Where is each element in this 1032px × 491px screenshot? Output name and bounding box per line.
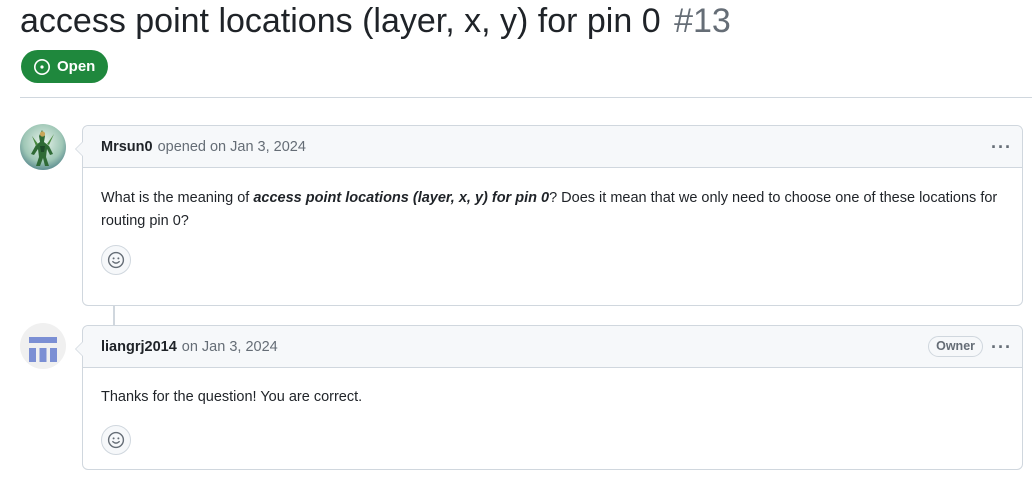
- issue-number: #13: [674, 2, 731, 40]
- comment-text: What is the meaning of access point loca…: [101, 190, 998, 229]
- owner-badge: Owner: [928, 336, 984, 357]
- author-avatar-mrsun0[interactable]: [20, 124, 66, 170]
- header-divider: [20, 97, 1032, 98]
- comment-author[interactable]: Mrsun0: [101, 139, 153, 155]
- comment-header: Mrsun0 opened on Jan 3, 2024 ···: [83, 126, 1022, 168]
- smiley-icon: [107, 431, 125, 449]
- comment-text: Thanks for the question! You are correct…: [101, 389, 363, 405]
- comment-emphasis: access point locations (layer, x, y) for…: [253, 190, 550, 206]
- issue-state-badge: Open: [21, 50, 109, 83]
- add-reaction-button[interactable]: [101, 425, 131, 455]
- issue-title-text: access point locations (layer, x, y) for…: [20, 2, 661, 40]
- issue-state-label: Open: [57, 58, 96, 75]
- comment-body: Thanks for the question! You are correct…: [83, 368, 1022, 425]
- smiley-icon: [107, 251, 125, 269]
- comment-body: What is the meaning of access point loca…: [83, 168, 1022, 243]
- issue-page: access point locations (layer, x, y) for…: [0, 0, 1032, 491]
- comment-card: Mrsun0 opened on Jan 3, 2024 ··· What is…: [75, 125, 1023, 306]
- comment-card: liangrj2014 on Jan 3, 2024 Owner ··· Tha…: [75, 325, 1023, 470]
- issue-open-icon: [33, 58, 51, 76]
- comment-author[interactable]: liangrj2014: [101, 339, 177, 355]
- add-reaction-button[interactable]: [101, 245, 131, 275]
- comment-timestamp[interactable]: opened on Jan 3, 2024: [158, 139, 306, 155]
- timeline-connector: [113, 306, 115, 326]
- comment-timestamp[interactable]: on Jan 3, 2024: [182, 339, 278, 355]
- comment-options-icon[interactable]: ···: [991, 138, 1012, 156]
- comment-header: liangrj2014 on Jan 3, 2024 Owner ···: [83, 326, 1022, 368]
- author-avatar-liangrj2014[interactable]: [20, 323, 66, 369]
- issue-title: access point locations (layer, x, y) for…: [20, 0, 731, 42]
- comment-options-icon[interactable]: ···: [991, 338, 1012, 356]
